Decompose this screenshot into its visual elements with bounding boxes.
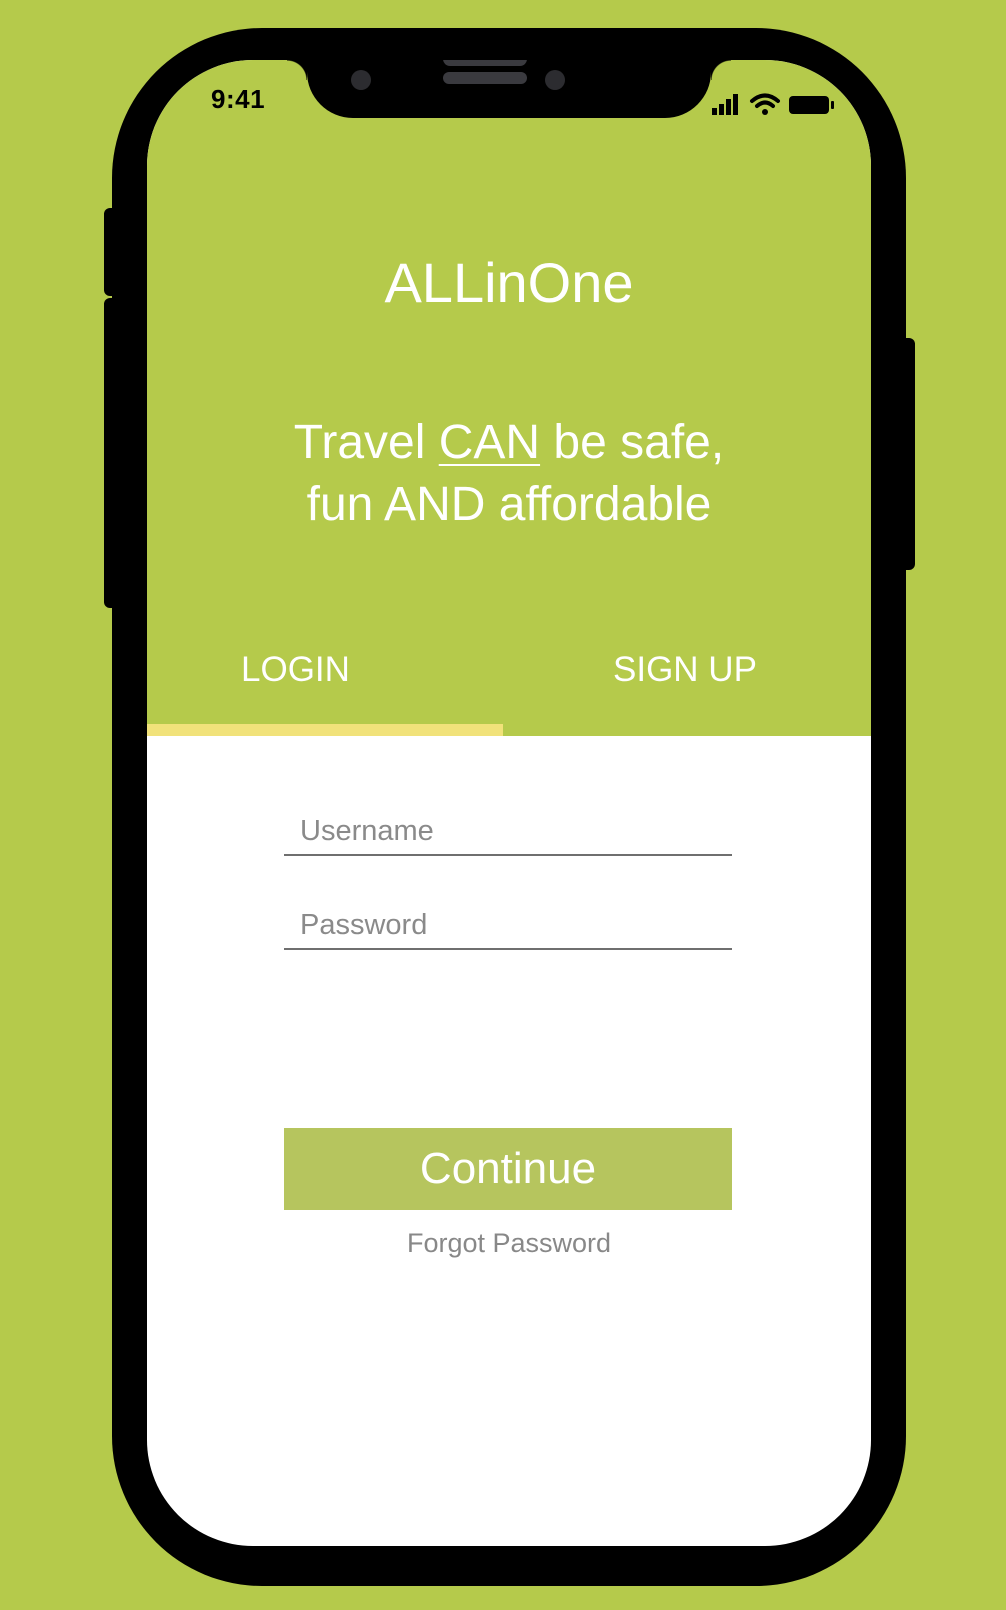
continue-button[interactable]: Continue xyxy=(284,1128,732,1210)
tagline: Travel CAN be safe, fun AND affordable xyxy=(147,412,871,536)
password-input[interactable] xyxy=(284,906,732,950)
signal-icon xyxy=(712,94,738,115)
wifi-icon xyxy=(750,93,780,115)
tagline-line1: Travel CAN be safe, xyxy=(147,412,871,474)
tagline-emphasis: CAN xyxy=(438,416,541,469)
tab-sign-up[interactable]: SIGN UP xyxy=(613,650,757,690)
speaker-icon xyxy=(443,60,527,84)
active-tab-indicator xyxy=(147,724,503,736)
tagline-part2: be safe, xyxy=(540,416,725,469)
username-input[interactable] xyxy=(284,812,732,856)
tagline-line2: fun AND affordable xyxy=(306,478,712,531)
tab-login[interactable]: LOGIN xyxy=(241,650,350,690)
camera-dot-right xyxy=(545,70,565,90)
phone-screen: 9:41 ALLinOne Travel CAN be safe, fun AN… xyxy=(147,60,871,1546)
header-panel xyxy=(147,60,871,736)
forgot-password-link[interactable]: Forgot Password xyxy=(147,1228,871,1259)
status-icons xyxy=(712,93,834,115)
tagline-part1: Travel xyxy=(293,416,439,469)
battery-icon xyxy=(789,96,834,114)
notch xyxy=(287,60,731,118)
status-time: 9:41 xyxy=(211,84,266,114)
app-title: ALLinOne xyxy=(384,251,634,314)
